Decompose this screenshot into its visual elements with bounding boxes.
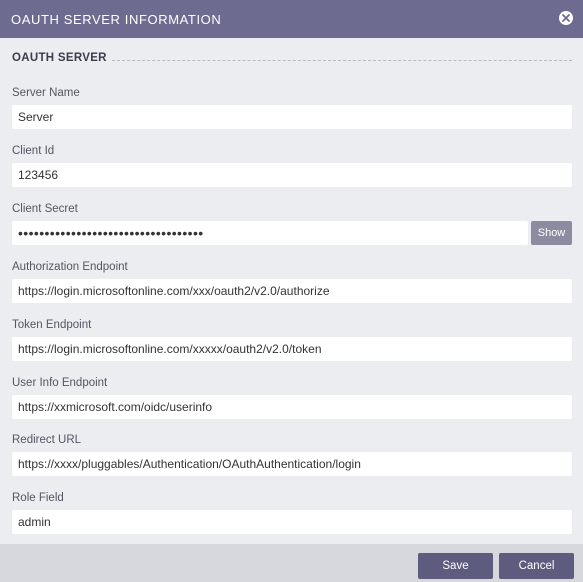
dialog-title: OAUTH SERVER INFORMATION [11,11,222,27]
dialog-titlebar: OAUTH SERVER INFORMATION [0,0,583,38]
section-divider [111,59,572,61]
show-secret-button[interactable]: Show [531,221,572,245]
token-endpoint-label: Token Endpoint [12,319,92,331]
section-header: OAUTH SERVER [12,50,572,66]
section-title: OAUTH SERVER [12,52,107,64]
client-id-input[interactable] [12,163,572,187]
role-field-input[interactable] [12,510,572,534]
close-x-glyph [562,14,570,22]
redirect-url-input[interactable] [12,452,572,476]
authorization-endpoint-input[interactable] [12,279,572,303]
role-field-label: Role Field [12,492,64,504]
user-info-endpoint-label: User Info Endpoint [12,377,108,389]
user-info-endpoint-input[interactable] [12,395,572,419]
client-secret-label: Client Secret [12,203,78,215]
save-button[interactable]: Save [418,553,493,579]
server-name-label: Server Name [12,87,80,99]
client-secret-input[interactable] [12,221,528,245]
client-id-label: Client Id [12,145,55,157]
close-icon[interactable] [559,11,573,25]
cancel-button[interactable]: Cancel [499,553,574,579]
redirect-url-label: Redirect URL [12,434,82,446]
oauth-server-dialog: OAUTH SERVER INFORMATION OAUTH SERVER Se… [0,0,583,582]
server-name-input[interactable] [12,105,572,129]
token-endpoint-input[interactable] [12,337,572,361]
dialog-footer: Save Cancel [0,544,583,582]
authorization-endpoint-label: Authorization Endpoint [12,261,128,273]
